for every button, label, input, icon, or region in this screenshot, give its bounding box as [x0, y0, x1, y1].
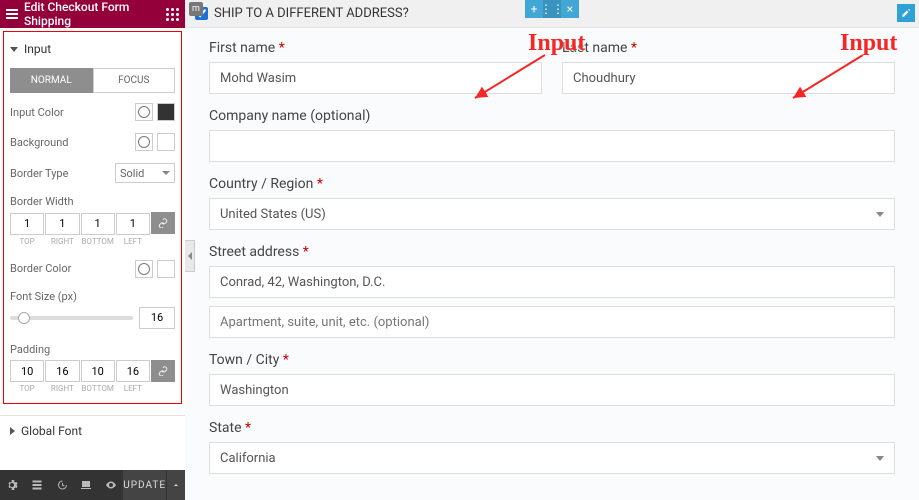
update-button[interactable]: UPDATE	[123, 470, 166, 500]
global-icon[interactable]	[135, 260, 153, 278]
bw-top[interactable]	[10, 213, 44, 235]
city-label: Town / City *	[209, 352, 895, 368]
global-icon[interactable]	[135, 103, 153, 121]
collapse-sidebar-handle[interactable]	[185, 240, 195, 272]
street-field: Street address *	[209, 244, 895, 338]
section-handles: + ⋮⋮ ×	[525, 0, 579, 18]
pd-bottom[interactable]	[81, 360, 115, 382]
widget-grid-icon[interactable]	[166, 8, 179, 21]
last-name-input[interactable]	[562, 62, 895, 94]
country-value: United States (US)	[220, 207, 326, 222]
border-color-row: Border Color	[10, 260, 175, 278]
border-color-label: Border Color	[10, 262, 131, 275]
background-row: Background	[10, 133, 175, 151]
bw-bottom[interactable]	[81, 213, 115, 235]
state-value: California	[220, 451, 276, 466]
preview-icon[interactable]	[99, 470, 124, 500]
padding-control: Padding TOP RIGHT BOTTOM LEFT	[10, 343, 175, 394]
chevron-down-icon	[876, 456, 884, 461]
responsive-icon[interactable]	[74, 470, 99, 500]
caret-down-icon	[10, 47, 18, 52]
first-name-input[interactable]	[209, 62, 542, 94]
input-color-label: Input Color	[10, 106, 131, 119]
state-select[interactable]: California	[209, 442, 895, 474]
slider-thumb[interactable]	[18, 312, 30, 324]
widget-marker-icon[interactable]: m	[189, 2, 203, 16]
settings-icon[interactable]	[0, 470, 25, 500]
input-style-section: Input NORMAL FOCUS Input Color Backgroun…	[3, 31, 182, 404]
padding-label: Padding	[10, 343, 175, 356]
input-color-row: Input Color	[10, 103, 175, 121]
company-label: Company name (optional)	[209, 108, 895, 124]
global-font-label: Global Font	[21, 424, 82, 438]
street1-input[interactable]	[209, 266, 895, 298]
input-color-swatch[interactable]	[157, 103, 175, 121]
background-swatch[interactable]	[157, 133, 175, 151]
border-type-label: Border Type	[10, 167, 115, 180]
tab-normal[interactable]: NORMAL	[10, 68, 93, 93]
navigator-icon[interactable]	[25, 470, 50, 500]
first-name-label: First name *	[209, 40, 542, 56]
country-field: Country / Region * United States (US)	[209, 176, 895, 230]
last-name-label: Last name *	[562, 40, 895, 56]
global-font-toggle[interactable]: Global Font	[0, 415, 185, 446]
border-type-select[interactable]: Solid	[115, 163, 175, 183]
pd-left[interactable]	[116, 360, 150, 382]
company-input[interactable]	[209, 130, 895, 162]
bw-left[interactable]	[116, 213, 150, 235]
country-label: Country / Region *	[209, 176, 895, 192]
street-label: Street address *	[209, 244, 895, 260]
pd-right[interactable]	[45, 360, 79, 382]
last-name-field: Last name *	[562, 40, 895, 94]
border-type-value: Solid	[120, 167, 144, 180]
link-values-icon[interactable]	[151, 360, 175, 382]
company-field: Company name (optional)	[209, 108, 895, 162]
state-label: State *	[209, 420, 895, 436]
panel-header: Edit Checkout Form Shipping	[0, 0, 185, 28]
editor-sidebar: Edit Checkout Form Shipping Input NORMAL…	[0, 0, 185, 500]
font-size-slider[interactable]	[10, 316, 133, 320]
first-name-field: First name *	[209, 40, 542, 94]
update-options-icon[interactable]	[166, 470, 185, 500]
editor-canvas: m + ⋮⋮ × SHIP TO A DIFFERENT ADDRESS? In…	[185, 0, 919, 500]
edit-widget-icon[interactable]	[897, 4, 915, 22]
input-section-toggle[interactable]: Input	[10, 36, 175, 62]
chevron-down-icon	[162, 171, 170, 175]
state-tabs: NORMAL FOCUS	[10, 68, 175, 93]
section-title: Input	[24, 42, 51, 56]
city-input[interactable]	[209, 374, 895, 406]
section-close-icon[interactable]: ×	[561, 0, 579, 18]
bottom-toolbar: UPDATE	[0, 470, 185, 500]
shipping-heading: SHIP TO A DIFFERENT ADDRESS?	[214, 6, 409, 21]
font-size-label: Font Size (px)	[10, 290, 175, 303]
caret-right-icon	[10, 427, 15, 435]
background-label: Background	[10, 136, 131, 149]
state-field: State * California	[209, 420, 895, 474]
link-values-icon[interactable]	[151, 212, 175, 234]
pd-top[interactable]	[10, 360, 44, 382]
border-width-control: Border Width TOP RIGHT BOTTOM LEFT	[10, 195, 175, 246]
global-icon[interactable]	[135, 133, 153, 151]
panel-title: Edit Checkout Form Shipping	[24, 0, 160, 28]
border-width-label: Border Width	[10, 195, 175, 208]
city-field: Town / City *	[209, 352, 895, 406]
country-select[interactable]: United States (US)	[209, 198, 895, 230]
chevron-down-icon	[876, 212, 884, 217]
font-size-input[interactable]	[139, 307, 175, 329]
bw-right[interactable]	[45, 213, 79, 235]
font-size-control: Font Size (px)	[10, 290, 175, 329]
section-drag-icon[interactable]: ⋮⋮	[543, 0, 561, 18]
border-color-swatch[interactable]	[157, 260, 175, 278]
border-type-row: Border Type Solid	[10, 163, 175, 183]
menu-icon[interactable]	[6, 9, 18, 19]
history-icon[interactable]	[49, 470, 74, 500]
street2-input[interactable]	[209, 306, 895, 338]
shipping-form: First name * Last name * Company name (o…	[185, 28, 919, 500]
tab-focus[interactable]: FOCUS	[93, 68, 176, 93]
